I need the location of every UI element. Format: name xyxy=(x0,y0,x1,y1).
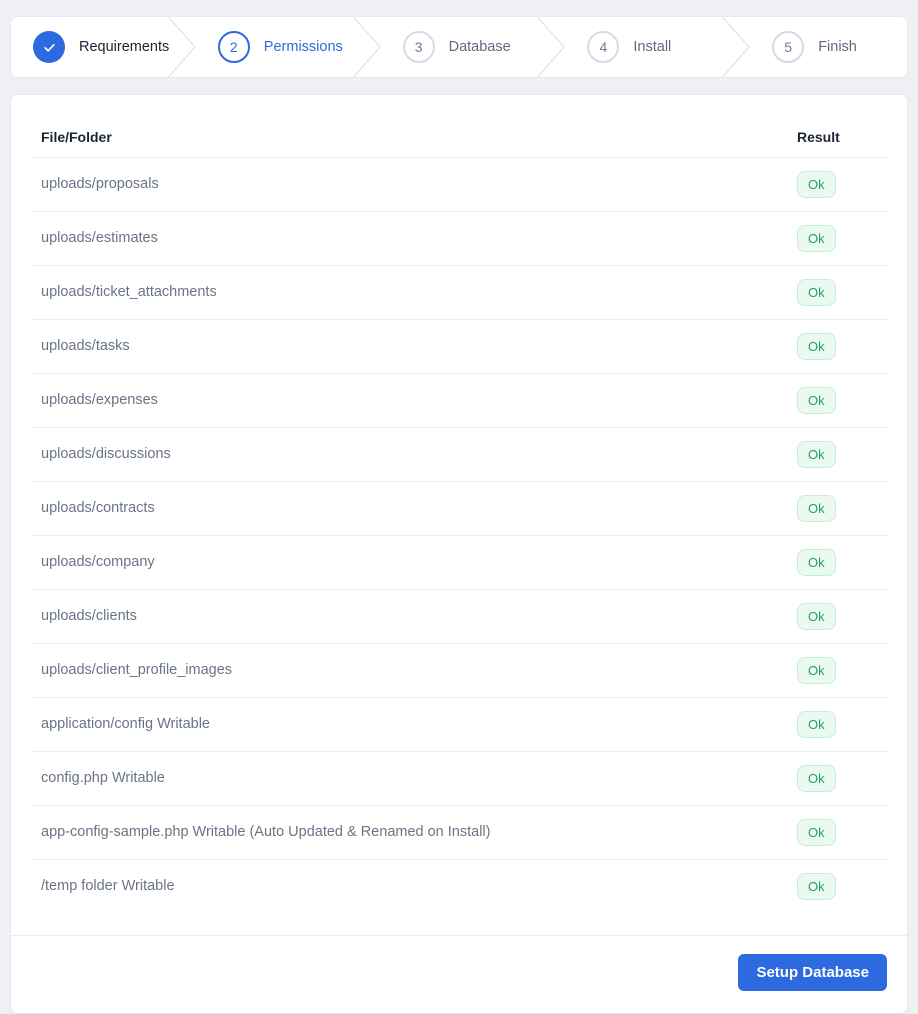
result-cell: Ok xyxy=(787,481,887,536)
setup-wizard-stepper: Requirements 2 Permissions 3 Database 4 … xyxy=(10,16,908,78)
chevron-separator-icon xyxy=(537,17,566,77)
step-number: 4 xyxy=(599,39,608,55)
step-label: Requirements xyxy=(79,39,170,55)
step-label: Database xyxy=(448,39,511,55)
result-ok-badge: Ok xyxy=(797,495,836,522)
file-folder-cell: uploads/estimates xyxy=(31,211,787,266)
step-circle: 5 xyxy=(772,31,805,63)
result-cell: Ok xyxy=(787,805,887,860)
table-row: uploads/clients Ok xyxy=(31,589,887,644)
step-circle: 2 xyxy=(217,31,250,63)
file-folder-cell: uploads/company xyxy=(31,535,787,590)
step-circle: 4 xyxy=(587,31,620,63)
table-row: app-config-sample.php Writable (Auto Upd… xyxy=(31,805,887,860)
result-cell: Ok xyxy=(787,319,887,374)
column-header-result: Result xyxy=(787,119,887,158)
result-ok-badge: Ok xyxy=(797,333,836,360)
result-cell: Ok xyxy=(787,589,887,644)
file-folder-cell: config.php Writable xyxy=(31,751,787,806)
step-number: 5 xyxy=(784,39,793,55)
file-folder-cell: app-config-sample.php Writable (Auto Upd… xyxy=(31,805,787,860)
permissions-check-card: File/Folder Result uploads/proposals Ok … xyxy=(10,94,908,1014)
column-header-file-folder: File/Folder xyxy=(31,119,787,158)
result-cell: Ok xyxy=(787,697,887,752)
file-folder-cell: uploads/client_profile_images xyxy=(31,643,787,698)
table-header-row: File/Folder Result xyxy=(31,119,887,158)
chevron-separator-icon xyxy=(167,17,196,77)
result-cell: Ok xyxy=(787,643,887,698)
result-ok-badge: Ok xyxy=(797,225,836,252)
chevron-separator-icon xyxy=(722,17,750,77)
result-ok-badge: Ok xyxy=(797,657,836,684)
table-row: uploads/proposals Ok xyxy=(31,157,887,212)
file-folder-cell: uploads/tasks xyxy=(31,319,787,374)
file-folder-cell: uploads/clients xyxy=(31,589,787,644)
result-ok-badge: Ok xyxy=(797,171,836,198)
file-folder-cell: uploads/discussions xyxy=(31,427,787,482)
step-label: Install xyxy=(633,39,672,55)
step-circle xyxy=(33,31,65,63)
result-cell: Ok xyxy=(787,535,887,590)
table-row: uploads/expenses Ok xyxy=(31,373,887,428)
table-row: uploads/client_profile_images Ok xyxy=(31,643,887,698)
step-circle: 3 xyxy=(402,31,435,63)
result-cell: Ok xyxy=(787,427,887,482)
result-ok-badge: Ok xyxy=(797,387,836,414)
chevron-separator-icon xyxy=(352,17,381,77)
step-permissions: 2 Permissions xyxy=(196,17,353,77)
result-ok-badge: Ok xyxy=(797,711,836,738)
result-ok-badge: Ok xyxy=(797,819,836,846)
permissions-table-wrap: File/Folder Result uploads/proposals Ok … xyxy=(11,95,907,935)
table-row: application/config Writable Ok xyxy=(31,697,887,752)
result-ok-badge: Ok xyxy=(797,765,836,792)
step-install: 4 Install xyxy=(565,17,722,77)
table-row: uploads/contracts Ok xyxy=(31,481,887,536)
result-cell: Ok xyxy=(787,265,887,320)
table-row: uploads/estimates Ok xyxy=(31,211,887,266)
step-number: 3 xyxy=(414,39,423,55)
table-row: /temp folder Writable Ok xyxy=(31,860,887,914)
step-requirements: Requirements xyxy=(11,17,170,77)
file-folder-cell: uploads/contracts xyxy=(31,481,787,536)
step-database: 3 Database xyxy=(381,17,538,77)
result-cell: Ok xyxy=(787,751,887,806)
setup-database-button[interactable]: Setup Database xyxy=(738,954,887,991)
result-ok-badge: Ok xyxy=(797,603,836,630)
step-label: Permissions xyxy=(263,39,343,55)
file-folder-cell: /temp folder Writable xyxy=(41,878,175,894)
step-finish: 5 Finish xyxy=(750,17,907,77)
table-row: uploads/ticket_attachments Ok xyxy=(31,265,887,320)
table-row: uploads/discussions Ok xyxy=(31,427,887,482)
result-ok-badge: Ok xyxy=(797,549,836,576)
result-cell: Ok xyxy=(787,373,887,428)
permissions-table: File/Folder Result uploads/proposals Ok … xyxy=(31,119,887,913)
step-label: Finish xyxy=(818,39,857,55)
file-folder-cell: uploads/expenses xyxy=(31,373,787,428)
result-ok-badge: Ok xyxy=(797,441,836,468)
result-cell: Ok xyxy=(787,157,887,212)
file-folder-cell: uploads/proposals xyxy=(31,157,787,212)
result-cell: Ok xyxy=(787,211,887,266)
file-folder-cell: application/config Writable xyxy=(31,697,787,752)
result-ok-badge: Ok xyxy=(797,279,836,306)
card-footer: Setup Database xyxy=(11,935,907,1013)
check-icon xyxy=(43,43,55,52)
step-number: 2 xyxy=(229,39,238,55)
table-row: uploads/company Ok xyxy=(31,535,887,590)
result-ok-badge: Ok xyxy=(797,873,836,900)
result-cell: Ok xyxy=(787,860,887,914)
table-row: config.php Writable Ok xyxy=(31,751,887,806)
table-row: uploads/tasks Ok xyxy=(31,319,887,374)
file-folder-cell: uploads/ticket_attachments xyxy=(31,265,787,320)
